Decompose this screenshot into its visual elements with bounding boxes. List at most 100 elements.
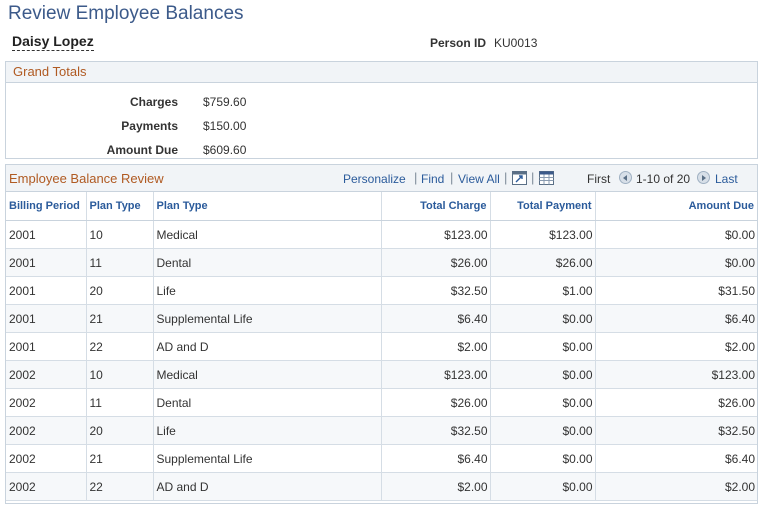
first-label: First xyxy=(587,172,611,186)
table-row: 2002 20 Life $32.50 $0.00 $32.50 xyxy=(6,416,757,445)
total-payment-cell: $0.00 xyxy=(490,444,596,473)
table-row: 2002 22 AD and D $2.00 $0.00 $2.00 xyxy=(6,472,757,501)
billing-period-cell: 2001 xyxy=(6,276,87,305)
column-header-amount-due[interactable]: Amount Due xyxy=(595,192,757,221)
total-charge-cell: $123.00 xyxy=(381,220,491,249)
plan-type-code-cell: 10 xyxy=(86,220,154,249)
toolbar-separator: | xyxy=(414,170,418,185)
plan-type-cell: Medical xyxy=(153,360,382,389)
total-charge-cell: $2.00 xyxy=(381,472,491,501)
plan-type-cell: Supplemental Life xyxy=(153,304,382,333)
column-header-total-charge[interactable]: Total Charge xyxy=(381,192,491,221)
table-row: 2001 21 Supplemental Life $6.40 $0.00 $6.40 xyxy=(6,304,757,333)
billing-period-cell: 2001 xyxy=(6,220,87,249)
column-header-plan-type-code[interactable]: Plan Type xyxy=(86,192,154,221)
total-payment-cell: $0.00 xyxy=(490,388,596,417)
plan-type-cell: Life xyxy=(153,276,382,305)
plan-type-code-cell: 20 xyxy=(86,276,154,305)
amount-due-cell: $31.50 xyxy=(595,276,757,305)
plan-type-cell: Life xyxy=(153,416,382,445)
billing-period-cell: 2001 xyxy=(6,248,87,277)
plan-type-code-cell: 22 xyxy=(86,332,154,361)
table-row: 2001 11 Dental $26.00 $26.00 $0.00 xyxy=(6,248,757,277)
plan-type-cell: Dental xyxy=(153,248,382,277)
plan-type-code-cell: 11 xyxy=(86,388,154,417)
billing-period-cell: 2002 xyxy=(6,388,87,417)
amount-due-cell: $6.40 xyxy=(595,444,757,473)
download-spreadsheet-icon[interactable] xyxy=(539,171,554,188)
total-payment-cell: $0.00 xyxy=(490,360,596,389)
page-title: Review Employee Balances xyxy=(8,3,244,24)
balance-table: Billing Period Plan Type Plan Type Total… xyxy=(6,192,757,501)
toolbar-separator: | xyxy=(504,170,508,185)
totals-value: $150.00 xyxy=(203,119,247,133)
amount-due-cell: $0.00 xyxy=(595,248,757,277)
plan-type-cell: Dental xyxy=(153,388,382,417)
total-charge-cell: $2.00 xyxy=(381,332,491,361)
amount-due-cell: $6.40 xyxy=(595,304,757,333)
employee-name: Daisy Lopez xyxy=(12,33,94,51)
plan-type-cell: Supplemental Life xyxy=(153,444,382,473)
column-header-total-payment[interactable]: Total Payment xyxy=(490,192,596,221)
billing-period-cell: 2001 xyxy=(6,304,87,333)
table-row: 2001 20 Life $32.50 $1.00 $31.50 xyxy=(6,276,757,305)
totals-value: $609.60 xyxy=(203,143,247,157)
totals-label: Payments xyxy=(121,119,178,133)
person-id-value: KU0013 xyxy=(494,36,538,50)
plan-type-code-cell: 21 xyxy=(86,444,154,473)
grid-title: Employee Balance Review xyxy=(9,171,164,186)
total-payment-cell: $123.00 xyxy=(490,220,596,249)
table-row: 2002 10 Medical $123.00 $0.00 $123.00 xyxy=(6,360,757,389)
billing-period-cell: 2002 xyxy=(6,472,87,501)
total-payment-cell: $1.00 xyxy=(490,276,596,305)
plan-type-code-cell: 20 xyxy=(86,416,154,445)
column-header-billing-period[interactable]: Billing Period xyxy=(6,192,87,221)
total-charge-cell: $6.40 xyxy=(381,444,491,473)
grand-totals-section: Grand Totals Charges $759.60 Payments $1… xyxy=(5,61,758,159)
next-arrow-icon[interactable] xyxy=(697,171,710,184)
find-link[interactable]: Find xyxy=(421,172,444,186)
total-payment-cell: $26.00 xyxy=(490,248,596,277)
total-charge-cell: $26.00 xyxy=(381,248,491,277)
table-row: 2001 10 Medical $123.00 $123.00 $0.00 xyxy=(6,220,757,249)
total-payment-cell: $0.00 xyxy=(490,332,596,361)
total-charge-cell: $123.00 xyxy=(381,360,491,389)
billing-period-cell: 2001 xyxy=(6,332,87,361)
employee-balance-grid: Employee Balance Review Personalize | Fi… xyxy=(5,164,758,504)
total-charge-cell: $32.50 xyxy=(381,416,491,445)
toolbar-separator: | xyxy=(450,170,454,185)
plan-type-cell: AD and D xyxy=(153,472,382,501)
total-charge-cell: $32.50 xyxy=(381,276,491,305)
grid-header: Employee Balance Review Personalize | Fi… xyxy=(6,165,757,192)
plan-type-code-cell: 21 xyxy=(86,304,154,333)
totals-value: $759.60 xyxy=(203,95,247,109)
amount-due-cell: $123.00 xyxy=(595,360,757,389)
table-row: 2002 21 Supplemental Life $6.40 $0.00 $6.40 xyxy=(6,444,757,473)
table-row: 2001 22 AD and D $2.00 $0.00 $2.00 xyxy=(6,332,757,361)
table-header-row: Billing Period Plan Type Plan Type Total… xyxy=(6,192,757,221)
totals-row-amount-due: Amount Due $609.60 xyxy=(6,141,306,159)
totals-row-payments: Payments $150.00 xyxy=(6,117,306,135)
total-payment-cell: $0.00 xyxy=(490,304,596,333)
previous-arrow-icon[interactable] xyxy=(619,171,632,184)
amount-due-cell: $32.50 xyxy=(595,416,757,445)
last-link[interactable]: Last xyxy=(715,172,738,186)
view-all-link[interactable]: View All xyxy=(458,172,500,186)
column-header-plan-type[interactable]: Plan Type xyxy=(153,192,382,221)
amount-due-cell: $2.00 xyxy=(595,332,757,361)
billing-period-cell: 2002 xyxy=(6,444,87,473)
total-charge-cell: $26.00 xyxy=(381,388,491,417)
toolbar-separator: | xyxy=(531,170,535,185)
billing-period-cell: 2002 xyxy=(6,416,87,445)
amount-due-cell: $0.00 xyxy=(595,220,757,249)
plan-type-code-cell: 11 xyxy=(86,248,154,277)
row-range-label: 1-10 of 20 xyxy=(636,172,691,186)
billing-period-cell: 2002 xyxy=(6,360,87,389)
plan-type-code-cell: 10 xyxy=(86,360,154,389)
amount-due-cell: $2.00 xyxy=(595,472,757,501)
amount-due-cell: $26.00 xyxy=(595,388,757,417)
zoom-grid-icon[interactable] xyxy=(512,171,527,188)
plan-type-cell: AD and D xyxy=(153,332,382,361)
table-row: 2002 11 Dental $26.00 $0.00 $26.00 xyxy=(6,388,757,417)
personalize-link[interactable]: Personalize xyxy=(343,172,406,186)
